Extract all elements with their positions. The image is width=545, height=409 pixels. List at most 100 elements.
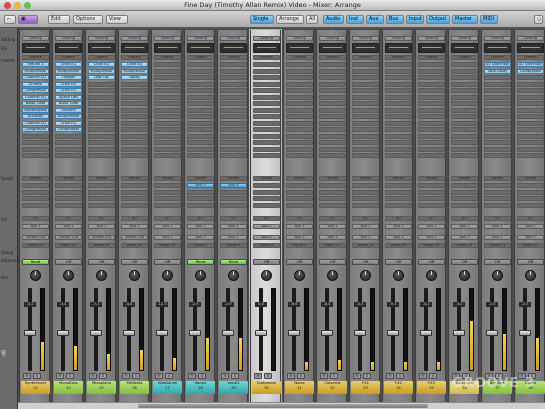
send-slot[interactable] xyxy=(385,202,412,208)
pan-knob[interactable] xyxy=(525,270,536,281)
insert-slot[interactable] xyxy=(286,140,313,145)
eq-display[interactable] xyxy=(319,43,346,53)
channel-strip[interactable]: Setting Inserts Chan EQ Multipressor Low Cut… xyxy=(85,30,116,409)
filter-button-master[interactable]: Master xyxy=(452,15,478,24)
fader-cap[interactable] xyxy=(519,330,531,336)
insert-slot[interactable] xyxy=(385,75,412,80)
insert-slot[interactable] xyxy=(418,107,445,113)
insert-slot[interactable] xyxy=(253,140,280,145)
channel-strip[interactable]: Setting Inserts Sends I/O Bus 1 Bus 3 Audio 24… xyxy=(415,30,446,409)
send-slot[interactable] xyxy=(451,196,478,201)
insert-slot[interactable] xyxy=(385,88,412,93)
insert-slot[interactable] xyxy=(154,153,181,158)
insert-slot[interactable]: AUDelay xyxy=(22,114,49,119)
insert-slot[interactable] xyxy=(517,120,544,126)
insert-slot[interactable] xyxy=(121,133,148,139)
insert-slot[interactable]: Chan EQ xyxy=(121,62,148,67)
insert-slot[interactable] xyxy=(220,114,247,119)
insert-slot[interactable] xyxy=(418,62,445,67)
insert-slot[interactable] xyxy=(121,153,148,158)
channel-strip[interactable]: Setting Inserts Sends I/O Bus 1 Bus 3 Audio 25… xyxy=(448,30,479,409)
group-slot[interactable]: Audio 24 xyxy=(385,243,412,248)
insert-slot[interactable] xyxy=(352,114,379,119)
input-slot[interactable]: Bus 1 xyxy=(220,224,247,229)
output-slot[interactable]: Bus 3 xyxy=(484,235,511,240)
insert-slot[interactable] xyxy=(220,127,247,132)
insert-slot[interactable]: Retune 3 xyxy=(22,62,49,67)
insert-slot[interactable] xyxy=(319,133,346,139)
output-slot[interactable]: Bus 3 xyxy=(451,235,478,240)
send-slot[interactable] xyxy=(352,202,379,208)
setting-button[interactable]: Setting xyxy=(253,36,280,41)
group-slot[interactable]: Audio 21 xyxy=(517,243,544,248)
send-slot[interactable] xyxy=(55,196,82,201)
insert-slot[interactable] xyxy=(517,101,544,106)
eq-display[interactable] xyxy=(385,43,412,53)
fader-cap[interactable] xyxy=(90,330,102,336)
insert-slot[interactable] xyxy=(484,75,511,80)
send-slot[interactable] xyxy=(319,202,346,208)
channel-name[interactable]: FX2 34 xyxy=(384,381,413,394)
insert-slot[interactable] xyxy=(451,114,478,119)
insert-slot[interactable] xyxy=(484,146,511,152)
send-slot[interactable] xyxy=(220,196,247,201)
input-slot[interactable]: Bus 1 xyxy=(22,224,49,229)
mute-button[interactable]: M xyxy=(89,373,97,379)
fader-cap[interactable] xyxy=(156,330,168,336)
automation-mode[interactable]: Off xyxy=(253,259,280,265)
insert-slot[interactable] xyxy=(319,107,346,113)
send-slot[interactable] xyxy=(55,202,82,208)
send-slot[interactable] xyxy=(253,189,280,195)
send-slot[interactable] xyxy=(22,196,49,201)
output-slot[interactable]: Bus 3 xyxy=(154,235,181,240)
input-slot[interactable]: Bus 1 xyxy=(385,224,412,229)
insert-slot[interactable] xyxy=(187,120,214,126)
send-slot[interactable] xyxy=(418,183,445,188)
send-slot[interactable] xyxy=(55,189,82,195)
send-slot[interactable] xyxy=(385,189,412,195)
channel-strip[interactable]: Setting Inserts Sends I/O Bus 1 Bus 3 Audio 4 O… xyxy=(283,30,314,409)
output-slot[interactable]: Stereo Out xyxy=(55,235,82,240)
channel-strip[interactable]: Setting Inserts Chan EQ Multipressor Delay Se… xyxy=(118,30,149,409)
send-slot[interactable] xyxy=(88,189,115,195)
insert-slot[interactable] xyxy=(253,153,280,158)
insert-slot[interactable] xyxy=(319,68,346,74)
output-slot[interactable]: Bus 3 xyxy=(253,235,280,240)
view-button-arrange[interactable]: Arrange xyxy=(276,15,304,24)
fader-cap[interactable] xyxy=(354,330,366,336)
insert-slot[interactable] xyxy=(517,88,544,93)
insert-slot[interactable]: Multipressor xyxy=(22,68,49,74)
channel-name[interactable]: Vocals 28 xyxy=(186,381,215,394)
output-slot[interactable]: Bus 3 xyxy=(385,235,412,240)
send-slot[interactable] xyxy=(253,202,280,208)
send-slot[interactable]: Bus 5 xyxy=(220,183,247,188)
send-slot[interactable] xyxy=(517,183,544,188)
group-slot[interactable]: Audio 22 xyxy=(22,243,49,248)
pan-knob[interactable] xyxy=(426,270,437,281)
group-slot[interactable]: Audio 14 xyxy=(154,243,181,248)
setting-button[interactable]: Setting xyxy=(352,36,379,41)
setting-button[interactable]: Setting xyxy=(187,36,214,41)
insert-slot[interactable]: Compressor xyxy=(22,88,49,93)
insert-slot[interactable] xyxy=(154,101,181,106)
mute-button[interactable]: M xyxy=(320,373,328,379)
insert-slot[interactable] xyxy=(319,94,346,100)
insert-slot[interactable] xyxy=(88,146,115,152)
setting-button[interactable]: Setting xyxy=(220,36,247,41)
input-slot[interactable]: Bus 1 xyxy=(154,224,181,229)
view-menu[interactable]: View xyxy=(106,15,128,24)
insert-slot[interactable] xyxy=(451,94,478,100)
insert-slot[interactable] xyxy=(253,62,280,67)
send-slot[interactable] xyxy=(154,189,181,195)
eq-display[interactable] xyxy=(286,43,313,53)
view-button-single[interactable]: Single xyxy=(250,15,274,24)
group-slot[interactable]: Audio 4 xyxy=(187,243,214,248)
insert-slot[interactable] xyxy=(451,88,478,93)
channel-strip[interactable]: Setting Inserts Sends Bus 5 I/O Bus 1 Bus 3 Aud… xyxy=(184,30,215,409)
mute-button[interactable]: M xyxy=(353,373,361,379)
insert-slot[interactable] xyxy=(385,94,412,100)
insert-slot[interactable] xyxy=(352,88,379,93)
insert-slot[interactable] xyxy=(286,101,313,106)
insert-slot[interactable] xyxy=(22,133,49,139)
insert-slot[interactable] xyxy=(517,153,544,158)
